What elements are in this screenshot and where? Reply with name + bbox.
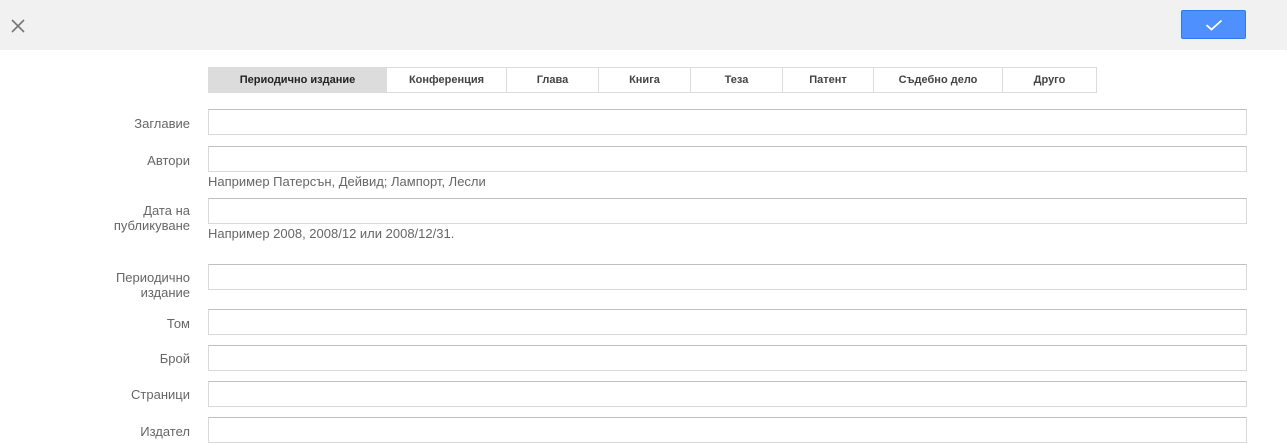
tab-chapter[interactable]: Глава [507,68,599,92]
tab-journal[interactable]: Периодично издание [209,68,387,92]
journal-label-line1: Периодично [115,270,190,285]
tab-patent[interactable]: Патент [783,68,874,92]
tab-book[interactable]: Книга [599,68,691,92]
tab-conference[interactable]: Конференция [387,68,507,92]
tab-thesis[interactable]: Теза [691,68,783,92]
authors-hint: Например Патерсън, Дейвид; Лампорт, Лесл… [208,174,486,189]
authors-input[interactable] [208,146,1247,172]
publisher-input[interactable] [208,417,1247,443]
pages-input[interactable] [208,381,1247,407]
volume-label: Том [166,316,190,331]
issue-input[interactable] [208,345,1247,371]
pub-date-input[interactable] [208,198,1247,224]
dialog-header [0,0,1287,50]
close-button[interactable] [6,14,30,38]
tab-court-case[interactable]: Съдебно дело [874,68,1003,92]
journal-label-line2: издание [140,285,190,300]
title-label: Заглавие [134,116,190,131]
close-icon [11,19,25,33]
pub-date-label-line2: публикуване [113,218,190,233]
volume-input[interactable] [208,309,1247,335]
journal-label: Периодично издание [10,270,190,300]
pub-date-label: Дата на публикуване [10,203,190,233]
journal-input[interactable] [208,264,1247,290]
save-button[interactable] [1181,10,1246,39]
publisher-label: Издател [140,424,190,439]
title-input[interactable] [208,109,1247,135]
authors-label: Автори [147,153,190,168]
pub-date-hint: Например 2008, 2008/12 или 2008/12/31. [208,226,455,241]
checkmark-icon [1205,19,1222,31]
document-type-tabs: Периодично издание Конференция Глава Кни… [208,67,1097,93]
issue-label: Брой [159,351,190,366]
pages-label: Страници [131,387,190,402]
pub-date-label-line1: Дата на [143,203,190,218]
tab-other[interactable]: Друго [1003,68,1096,92]
